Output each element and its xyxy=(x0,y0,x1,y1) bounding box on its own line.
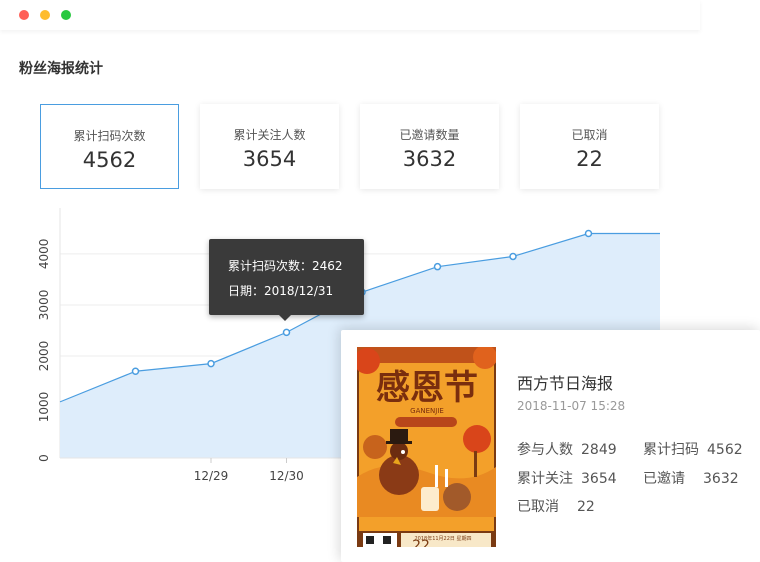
poster-subtitle: GANENJIE xyxy=(410,407,444,415)
poster-title: 西方节日海报 xyxy=(517,374,614,393)
stat-card-follows[interactable]: 累计关注人数 3654 xyxy=(200,104,339,189)
title-bar xyxy=(0,0,700,30)
stat-label: 参与人数 xyxy=(517,442,573,458)
poster-thumbnail[interactable]: 感恩节 GANENJIE 2018年11月22日 星期四 22 xyxy=(357,347,496,547)
stat-card-cancelled[interactable]: 已取消 22 xyxy=(520,104,659,189)
stat-card-value: 22 xyxy=(576,147,603,171)
stat-card-value: 4562 xyxy=(82,148,137,172)
stat-follows: 累计关注 3654 xyxy=(517,468,617,488)
x-tick-label: 12/30 xyxy=(269,469,304,483)
x-tick-label: 12/29 xyxy=(194,469,229,483)
stat-value: 22 xyxy=(577,499,595,515)
poster-day: 22 xyxy=(412,538,430,547)
page-title: 粉丝海报统计 xyxy=(19,61,103,77)
y-tick-label: 1000 xyxy=(37,392,51,423)
tooltip-date: 日期：2018/12/31 xyxy=(228,284,334,298)
stat-card-value: 3632 xyxy=(402,147,457,171)
chart-tooltip: 累计扫码次数：2462 日期：2018/12/31 xyxy=(209,239,364,321)
stat-card-label: 累计关注人数 xyxy=(233,128,306,142)
stat-card-label: 已取消 xyxy=(571,128,608,142)
data-point xyxy=(433,262,442,271)
stat-card-invited[interactable]: 已邀请数量 3632 xyxy=(360,104,499,189)
y-tick-label: 4000 xyxy=(37,239,51,270)
stat-label: 累计扫码 xyxy=(643,442,699,458)
poster-detail-popup: 感恩节 GANENJIE 2018年11月22日 星期四 22 西方节日海报 2… xyxy=(341,330,760,562)
y-tick-label: 2000 xyxy=(37,341,51,372)
tooltip-value: 累计扫码次数：2462 xyxy=(228,259,343,273)
data-point xyxy=(207,359,215,368)
stat-scans: 累计扫码 4562 xyxy=(643,439,743,459)
stat-card-label: 累计扫码次数 xyxy=(73,129,146,143)
stat-label: 累计关注 xyxy=(517,471,573,487)
data-point xyxy=(282,328,291,337)
poster-headline: 感恩节 xyxy=(376,368,478,408)
y-tick-label: 3000 xyxy=(37,290,51,321)
stat-card-value: 3654 xyxy=(242,147,297,171)
y-tick-label: 0 xyxy=(37,454,51,462)
stat-participants: 参与人数 2849 xyxy=(517,439,617,459)
maximize-window-dot[interactable] xyxy=(61,10,71,20)
stat-label: 已邀请 xyxy=(643,471,685,487)
tooltip-arrow xyxy=(279,315,291,321)
data-point xyxy=(584,229,593,238)
stat-card-scans[interactable]: 累计扫码次数 4562 xyxy=(40,104,179,189)
stat-value: 3632 xyxy=(703,471,739,487)
stat-cancelled: 已取消 22 xyxy=(517,496,595,516)
close-window-dot[interactable] xyxy=(19,10,29,20)
data-point xyxy=(509,252,517,261)
thanksgiving-poster-image: 感恩节 GANENJIE 2018年11月22日 星期四 22 xyxy=(357,347,496,547)
poster-created-time: 2018-11-07 15:28 xyxy=(517,399,626,413)
minimize-window-dot[interactable] xyxy=(40,10,50,20)
stat-value: 2849 xyxy=(581,442,617,458)
stat-value: 4562 xyxy=(707,442,743,458)
data-point xyxy=(131,367,140,376)
stat-card-label: 已邀请数量 xyxy=(399,128,460,142)
stat-value: 3654 xyxy=(581,471,617,487)
stat-invited: 已邀请 3632 xyxy=(643,468,739,488)
stat-label: 已取消 xyxy=(517,499,559,515)
